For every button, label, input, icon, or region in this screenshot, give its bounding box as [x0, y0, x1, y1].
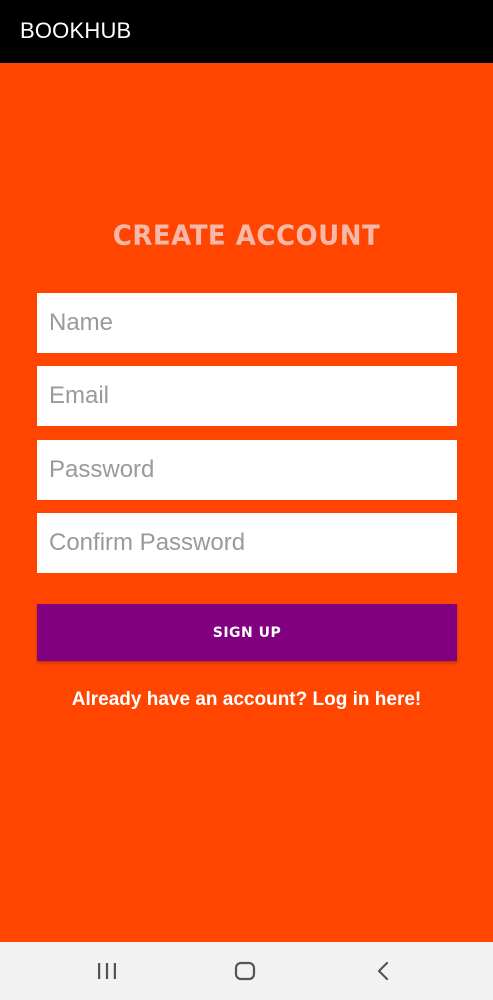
system-nav-bar	[0, 942, 493, 1000]
app-title: BOOKHUB	[20, 18, 132, 43]
confirm-password-input[interactable]	[37, 513, 457, 573]
login-link[interactable]: Already have an account? Log in here!	[0, 686, 493, 714]
app-bar: BOOKHUB	[0, 0, 493, 63]
recents-icon	[98, 963, 116, 979]
home-button[interactable]	[225, 956, 265, 986]
signup-screen: BOOKHUB CREATE ACCOUNT SIGN UP Already h…	[0, 0, 493, 1000]
back-button[interactable]	[363, 956, 403, 986]
page-title: CREATE ACCOUNT	[112, 220, 381, 252]
recents-button[interactable]	[87, 956, 127, 986]
sign-up-button[interactable]: SIGN UP	[37, 604, 457, 661]
email-input[interactable]	[37, 366, 457, 426]
home-icon	[234, 961, 256, 981]
password-input[interactable]	[37, 440, 457, 500]
name-input[interactable]	[37, 293, 457, 353]
back-icon	[377, 961, 389, 981]
